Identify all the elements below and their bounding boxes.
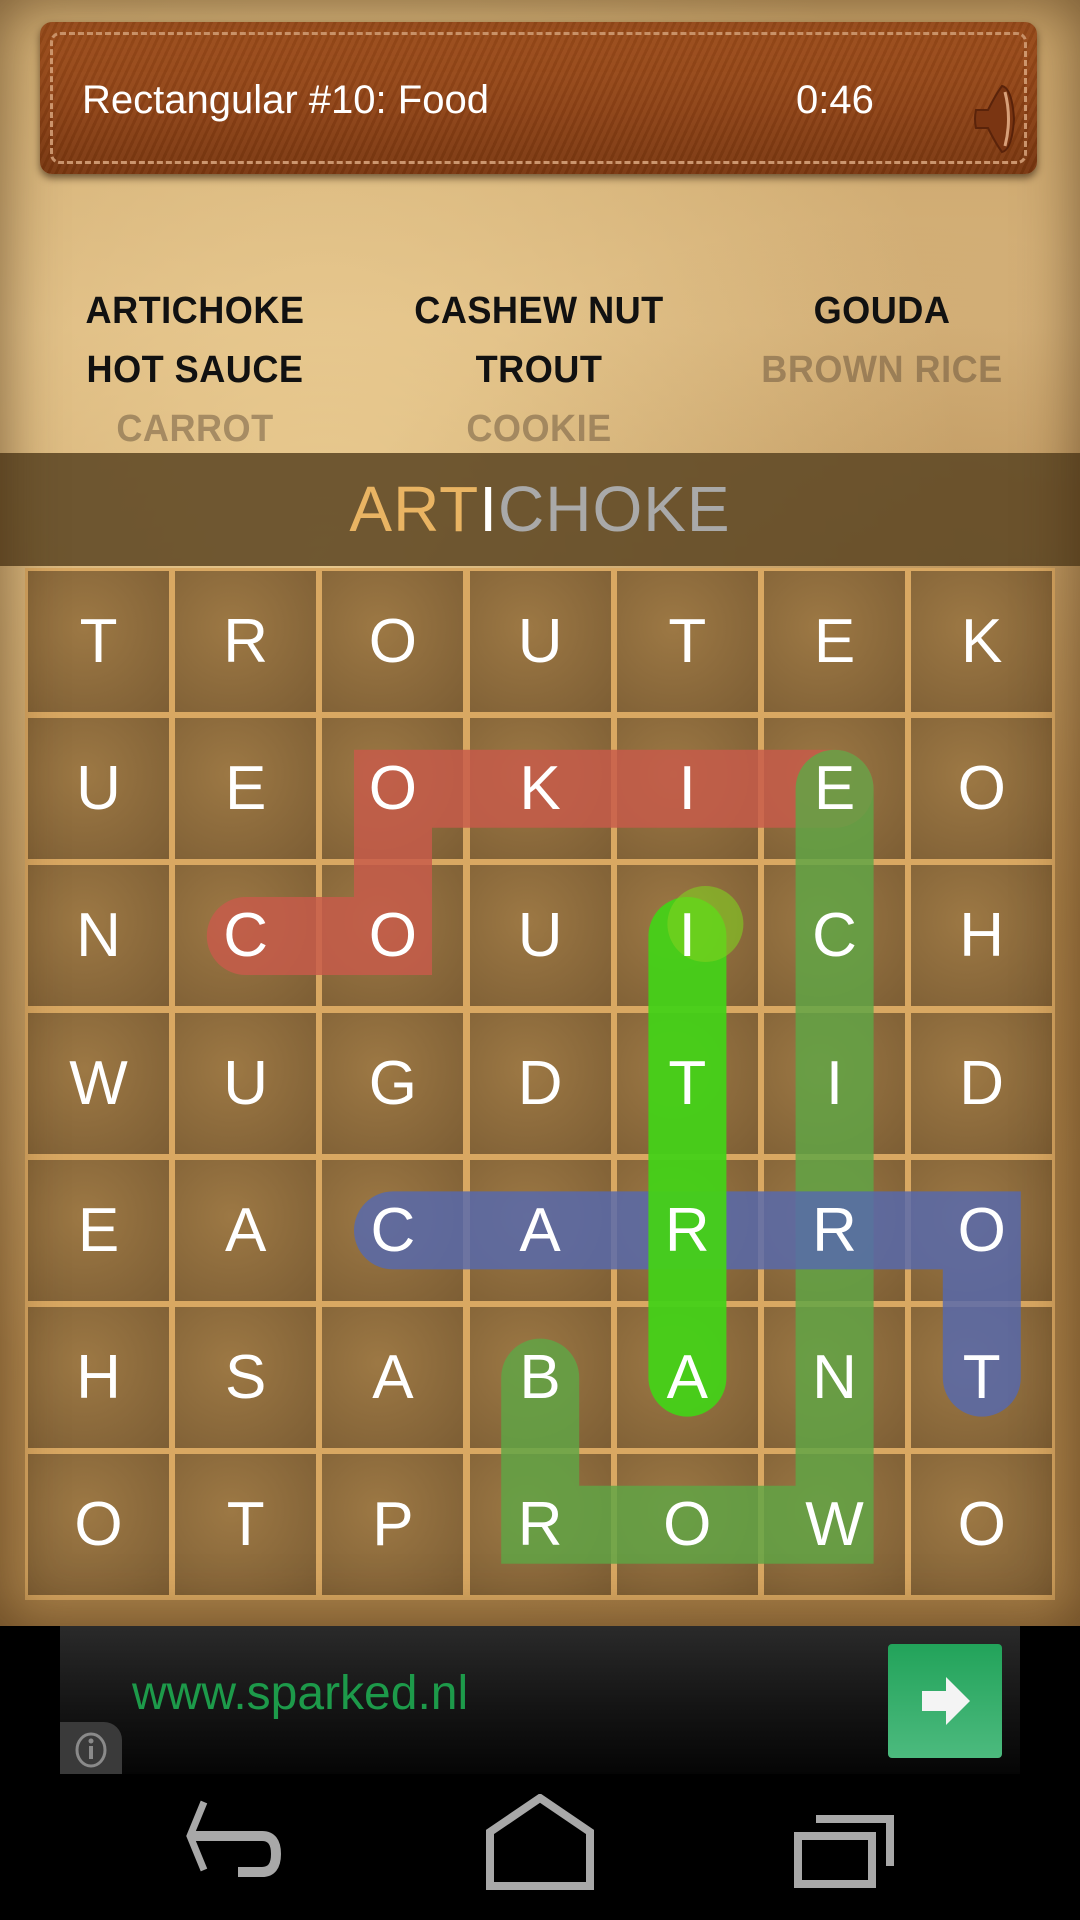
ad-open-button[interactable]: [888, 1644, 1002, 1758]
back-icon: [186, 1800, 282, 1877]
grid-letter: K: [961, 607, 1003, 676]
grid-letter: D: [959, 1048, 1005, 1118]
current-word-banner: ARTICHOKE: [0, 453, 1080, 566]
header-bar: Rectangular #10: Food 0:46: [40, 22, 1037, 174]
current-word-active-letter: I: [479, 473, 499, 545]
grid-letter: E: [77, 1195, 120, 1265]
home-button[interactable]: [475, 1793, 605, 1904]
home-icon: [486, 1793, 594, 1890]
grid-letter: A: [519, 1195, 561, 1265]
grid-letter: W: [69, 1048, 128, 1118]
grid-letter: H: [76, 1343, 121, 1412]
recents-button[interactable]: [780, 1794, 910, 1904]
grid-letter: C: [370, 1195, 416, 1265]
back-button[interactable]: [174, 1794, 304, 1904]
puzzle-title: Rectangular #10: Food: [82, 78, 489, 122]
arrow-right-icon: [922, 1677, 970, 1725]
grid-letter: A: [666, 1343, 708, 1412]
ad-url[interactable]: www.sparked.nl: [132, 1666, 468, 1721]
grid-letter: O: [368, 901, 417, 971]
grid-letter: U: [223, 1048, 269, 1118]
grid-letter: R: [664, 1195, 710, 1265]
recents-icon: [794, 1815, 894, 1888]
grid-letter: O: [957, 1195, 1006, 1265]
info-icon: [75, 1732, 107, 1768]
grid-letter: R: [812, 1195, 857, 1265]
grid-letter: N: [812, 1343, 857, 1412]
grid-letter: P: [372, 1490, 414, 1560]
current-word-matched: ART: [349, 473, 480, 545]
word-list-item: HOT SAUCE: [86, 349, 304, 391]
grid-letter: R: [223, 607, 269, 676]
word-list-item: GOUDA: [813, 290, 951, 332]
grid-letter: C: [223, 901, 269, 971]
current-word-remaining: CHOKE: [498, 473, 731, 545]
grid-letter: W: [805, 1490, 864, 1560]
grid-letter: T: [226, 1490, 265, 1560]
android-nav-bar: [0, 1774, 1080, 1920]
ad-info-button[interactable]: [60, 1722, 122, 1774]
grid-letter: D: [517, 1048, 563, 1118]
speaker-icon[interactable]: [972, 84, 1022, 154]
grid-letter: T: [79, 607, 118, 676]
grid-letter: U: [76, 754, 121, 824]
grid-letter: A: [225, 1195, 267, 1265]
grid-letter: I: [825, 1048, 844, 1118]
grid-letter: I: [678, 754, 696, 824]
grid-letter: G: [368, 1048, 417, 1118]
word-list-item: TROUT: [475, 349, 603, 391]
grid-letter: S: [225, 1343, 267, 1412]
grid-letter: E: [225, 754, 267, 824]
grid-letter: T: [668, 607, 707, 676]
grid-letter: U: [517, 607, 563, 676]
grid-letter: O: [957, 754, 1006, 824]
grid-letter: O: [368, 607, 417, 676]
word-list-item: CASHEW NUT: [414, 290, 664, 332]
grid-letter: B: [519, 1343, 561, 1412]
grid-letter: R: [517, 1490, 563, 1560]
grid-letter: O: [368, 754, 417, 824]
current-word: ARTICHOKE: [0, 453, 1080, 566]
grid-letter: T: [668, 1048, 707, 1118]
grid-letter: E: [813, 607, 856, 676]
word-list-item: BROWN RICE: [761, 349, 1003, 391]
word-list-item: COOKIE: [466, 408, 612, 450]
game-area: Rectangular #10: Food 0:46 ARTICHOKE CASH…: [0, 0, 1080, 1626]
grid-letter: I: [678, 901, 696, 971]
grid-letter: C: [812, 901, 857, 971]
grid-letter: T: [962, 1343, 1001, 1412]
grid-letter: E: [813, 754, 856, 824]
grid-letter: O: [74, 1490, 123, 1560]
grid-letter: H: [959, 901, 1005, 971]
ad-banner[interactable]: www.sparked.nl: [60, 1626, 1020, 1774]
grid-letter: K: [519, 754, 561, 824]
word-list-item: CARROT: [116, 408, 274, 450]
word-list-item: ARTICHOKE: [85, 290, 305, 332]
grid-letter: O: [957, 1490, 1006, 1560]
grid-letter: N: [76, 901, 121, 971]
grid-letter: U: [517, 901, 563, 971]
grid-letter: A: [372, 1343, 414, 1412]
timer: 0:46: [796, 78, 874, 122]
grid-letter: O: [663, 1490, 712, 1560]
